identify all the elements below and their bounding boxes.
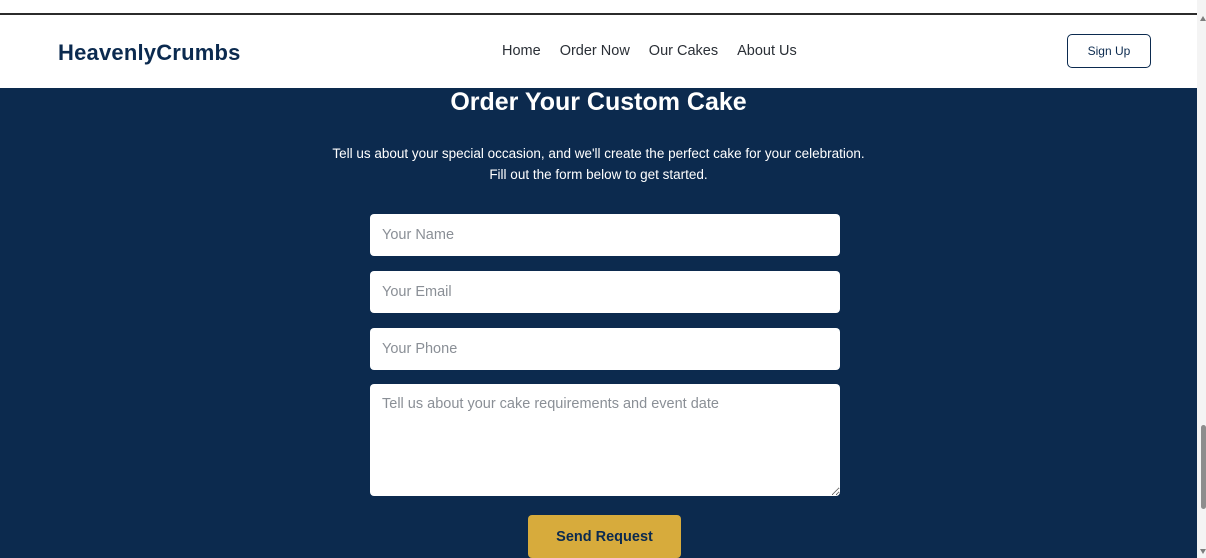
- scroll-up-arrow-icon[interactable]: [1200, 16, 1206, 21]
- order-section-subtitle: Tell us about your special occasion, and…: [332, 146, 865, 182]
- page: HeavenlyCrumbs Home Order Now Our Cakes …: [0, 0, 1206, 558]
- email-input[interactable]: [370, 271, 840, 313]
- nav-link-our-cakes[interactable]: Our Cakes: [649, 43, 718, 59]
- sign-up-button[interactable]: Sign Up: [1067, 34, 1151, 68]
- scrollbar-thumb[interactable]: [1201, 425, 1206, 509]
- order-section: Order Your Custom Cake Tell us about you…: [0, 88, 1197, 558]
- brand-logo[interactable]: HeavenlyCrumbs: [58, 40, 241, 66]
- nav-link-home[interactable]: Home: [502, 43, 541, 59]
- nav-link-order-now[interactable]: Order Now: [560, 43, 630, 59]
- scroll-down-arrow-icon[interactable]: [1200, 549, 1206, 554]
- nav-link-about-us[interactable]: About Us: [737, 43, 797, 59]
- phone-input[interactable]: [370, 328, 840, 370]
- main-nav: Home Order Now Our Cakes About Us: [502, 43, 797, 59]
- page-title: Order Your Custom Cake: [450, 88, 747, 116]
- name-input[interactable]: [370, 214, 840, 256]
- navbar: HeavenlyCrumbs Home Order Now Our Cakes …: [0, 15, 1197, 88]
- cake-requirements-textarea[interactable]: [370, 384, 840, 496]
- send-request-button[interactable]: Send Request: [528, 515, 681, 558]
